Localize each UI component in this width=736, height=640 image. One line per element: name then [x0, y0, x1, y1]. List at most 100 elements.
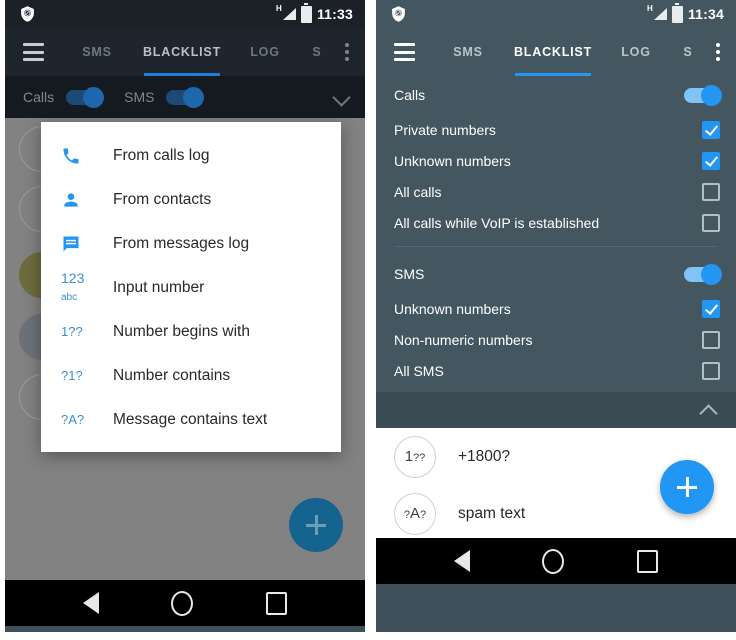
recents-square-icon[interactable] — [636, 549, 658, 573]
settings-row-private-numbers[interactable]: Private numbers — [376, 114, 736, 145]
settings-row-all-calls-voip[interactable]: All calls while VoIP is established — [376, 207, 736, 238]
dialog-item-label: From calls log — [113, 147, 210, 164]
battery-full-icon — [300, 2, 312, 23]
dialog-item-label: Number begins with — [113, 323, 250, 340]
tab-sms[interactable]: SMS — [433, 28, 503, 76]
option-label: Non-numeric numbers — [394, 331, 533, 348]
dialog-item-from-contacts[interactable]: From contacts — [41, 178, 341, 222]
dialog-item-input-number[interactable]: 123 abc Input number — [41, 266, 341, 310]
kebab-menu-icon[interactable] — [336, 28, 357, 76]
option-label: All calls — [394, 183, 442, 200]
tab-log[interactable]: LOG — [603, 28, 669, 76]
checkbox-non-numeric-numbers[interactable] — [702, 330, 720, 349]
add-rule-fab[interactable] — [289, 498, 343, 552]
right-status-indicators: H 11:34 — [647, 2, 724, 23]
calls-toggle-knob — [701, 84, 722, 106]
tab-settings[interactable]: S — [298, 28, 336, 76]
right-clock: 11:34 — [687, 6, 724, 22]
calls-section-label: Calls — [394, 87, 426, 103]
checkbox-all-calls[interactable] — [702, 182, 720, 201]
left-tab-strip: SMS BLACKLIST LOG S — [62, 28, 336, 76]
message-contains-icon: ?A? — [394, 492, 436, 535]
network-type-label: H — [275, 4, 282, 13]
settings-row-all-calls[interactable]: All calls — [376, 176, 736, 207]
settings-row-non-numeric-numbers[interactable]: Non-numeric numbers — [376, 324, 736, 355]
checkbox-unknown-numbers-calls[interactable] — [702, 151, 720, 170]
settings-row-unknown-numbers-calls[interactable]: Unknown numbers — [376, 145, 736, 176]
chevron-up-icon[interactable] — [700, 401, 718, 419]
home-circle-icon[interactable] — [542, 548, 565, 574]
sms-toggle-knob — [183, 86, 205, 108]
screenshot-stage: H 11:33 SMS BLACKLIST LOG S Calls SMS Fr… — [0, 0, 736, 640]
shield-block-icon — [19, 5, 36, 23]
option-label: All calls while VoIP is established — [394, 214, 600, 231]
hamburger-menu-icon[interactable] — [23, 43, 44, 61]
checkbox-all-calls-voip[interactable] — [702, 213, 720, 232]
chevron-down-icon[interactable] — [333, 88, 351, 106]
dialog-item-from-messages-log[interactable]: From messages log — [41, 222, 341, 266]
tab-active-underline — [144, 73, 220, 76]
dialog-item-label: Input number — [113, 279, 205, 296]
phone-icon — [61, 146, 101, 166]
tab-sms[interactable]: SMS — [62, 28, 132, 76]
kebab-menu-icon[interactable] — [707, 28, 728, 76]
calls-summary-label: Calls — [23, 89, 55, 105]
dialog-item-from-calls-log[interactable]: From calls log — [41, 134, 341, 178]
dialog-item-number-contains[interactable]: ?1? Number contains — [41, 354, 341, 398]
message-contains-icon: ?A? — [61, 413, 101, 427]
plus-icon — [677, 477, 697, 497]
tab-blacklist[interactable]: BLACKLIST — [132, 28, 232, 76]
back-triangle-icon[interactable] — [454, 550, 471, 572]
sms-toggle[interactable] — [166, 86, 205, 108]
glyph-qaq: ?A? — [61, 412, 85, 428]
signal-bars-icon: H — [647, 5, 667, 22]
right-phone-screen: H 11:34 SMS BLACKLIST LOG S Calls Privat… — [376, 0, 736, 632]
dialog-item-message-contains-text[interactable]: ?A? Message contains text — [41, 398, 341, 442]
left-phone-screen: H 11:33 SMS BLACKLIST LOG S Calls SMS Fr… — [5, 0, 365, 632]
settings-row-all-sms[interactable]: All SMS — [376, 355, 736, 386]
home-circle-icon[interactable] — [171, 590, 194, 616]
settings-row-unknown-numbers-sms[interactable]: Unknown numbers — [376, 293, 736, 324]
list-item-label: spam text — [458, 504, 526, 522]
sms-toggle[interactable] — [684, 263, 722, 285]
settings-collapse-bar[interactable] — [376, 392, 736, 428]
dialog-item-label: From contacts — [113, 191, 212, 208]
sms-summary-label: SMS — [124, 89, 155, 105]
sms-section-label: SMS — [394, 266, 425, 282]
battery-full-icon — [671, 2, 683, 23]
tab-blacklist[interactable]: BLACKLIST — [503, 28, 603, 76]
checkbox-unknown-numbers-sms[interactable] — [702, 299, 720, 318]
signal-triangle — [653, 8, 667, 20]
right-nav-bar — [376, 538, 736, 584]
checkbox-all-sms[interactable] — [702, 361, 720, 380]
calls-toggle[interactable] — [684, 84, 722, 106]
blacklist-settings-panel: Calls Private numbers Unknown numbers Al… — [376, 76, 736, 428]
signal-bars-icon: H — [275, 4, 296, 22]
right-app-bar: SMS BLACKLIST LOG S — [376, 28, 736, 76]
number-begins-icon: 1?? — [61, 325, 101, 339]
left-filter-summary-bar: Calls SMS — [5, 76, 365, 118]
tab-settings[interactable]: S — [669, 28, 707, 76]
tab-active-underline — [515, 73, 591, 76]
signal-triangle — [282, 8, 296, 20]
left-status-indicators: H 11:33 — [275, 2, 353, 23]
left-clock: 11:33 — [316, 6, 353, 22]
tab-log[interactable]: LOG — [232, 28, 298, 76]
keyboard-123abc-icon: 123 abc — [61, 271, 101, 305]
number-contains-icon: ?1? — [61, 369, 101, 383]
dialog-item-label: From messages log — [113, 235, 250, 252]
calls-toggle[interactable] — [66, 86, 105, 108]
option-label: Unknown numbers — [394, 300, 511, 317]
hamburger-menu-icon[interactable] — [394, 43, 415, 61]
back-triangle-icon[interactable] — [83, 592, 100, 614]
left-app-bar: SMS BLACKLIST LOG S — [5, 28, 365, 76]
settings-row-sms[interactable]: SMS — [376, 255, 736, 293]
add-rule-fab[interactable] — [660, 460, 714, 514]
glyph-123: 123 — [61, 270, 85, 287]
recents-square-icon[interactable] — [265, 591, 287, 615]
settings-row-calls[interactable]: Calls — [376, 76, 736, 114]
message-icon — [61, 234, 101, 254]
checkbox-private-numbers[interactable] — [702, 120, 720, 139]
settings-divider — [394, 246, 718, 247]
dialog-item-number-begins-with[interactable]: 1?? Number begins with — [41, 310, 341, 354]
